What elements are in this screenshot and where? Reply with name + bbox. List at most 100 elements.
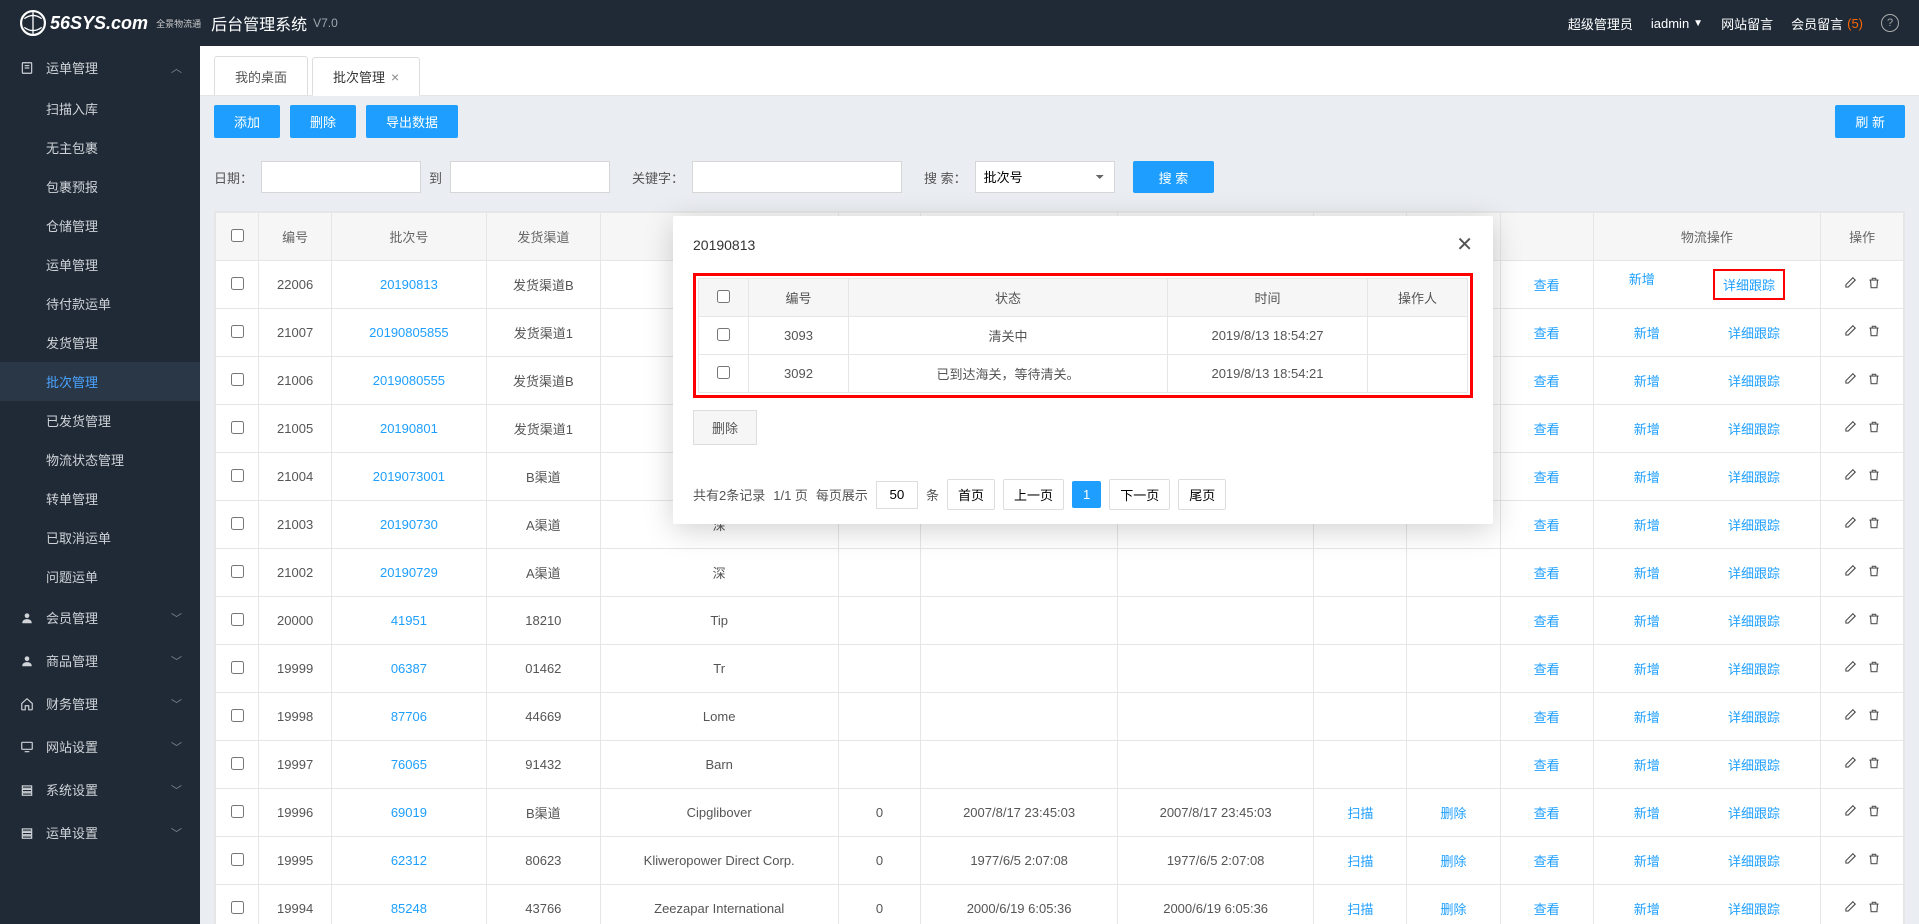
trash-icon[interactable] (1867, 852, 1881, 869)
detail-link[interactable]: 详细跟踪 (1728, 659, 1780, 678)
sidebar-item-logistics-status[interactable]: 物流状态管理 (0, 440, 200, 479)
sidebar-group-member[interactable]: 会员管理﹀ (0, 596, 200, 639)
sidebar-item-batch[interactable]: 批次管理 (0, 362, 200, 401)
view-link[interactable]: 查看 (1534, 806, 1560, 821)
detail-link[interactable]: 详细跟踪 (1723, 278, 1775, 293)
sidebar-item-problem[interactable]: 问题运单 (0, 557, 200, 596)
close-icon[interactable]: ✕ (1456, 232, 1473, 257)
detail-link[interactable]: 详细跟踪 (1728, 371, 1780, 390)
view-link[interactable]: 查看 (1534, 518, 1560, 533)
trash-icon[interactable] (1867, 660, 1881, 677)
row-checkbox[interactable] (231, 613, 244, 626)
edit-icon[interactable] (1843, 852, 1857, 869)
row-checkbox[interactable] (717, 328, 730, 341)
pg-first[interactable]: 首页 (947, 479, 995, 510)
batch-link[interactable]: 2019080555 (373, 373, 445, 388)
sidebar-group-system[interactable]: 系统设置﹀ (0, 768, 200, 811)
sidebar-item-storage[interactable]: 仓储管理 (0, 206, 200, 245)
row-checkbox[interactable] (231, 325, 244, 338)
header-user[interactable]: iadmin ▼ (1651, 16, 1703, 31)
sidebar-item-unpaid[interactable]: 待付款运单 (0, 284, 200, 323)
edit-icon[interactable] (1843, 324, 1857, 341)
trash-icon[interactable] (1867, 276, 1881, 293)
add-link[interactable]: 新增 (1634, 563, 1660, 582)
sidebar-item-scan[interactable]: 扫描入库 (0, 89, 200, 128)
row-checkbox[interactable] (231, 853, 244, 866)
view-link[interactable]: 查看 (1534, 902, 1560, 917)
row-checkbox[interactable] (231, 469, 244, 482)
edit-icon[interactable] (1843, 372, 1857, 389)
view-link[interactable]: 查看 (1534, 374, 1560, 389)
pg-prev[interactable]: 上一页 (1003, 479, 1064, 510)
sidebar-group-product[interactable]: 商品管理﹀ (0, 639, 200, 682)
row-checkbox[interactable] (231, 757, 244, 770)
scan-link[interactable]: 扫描 (1347, 854, 1373, 869)
view-link[interactable]: 查看 (1534, 854, 1560, 869)
edit-icon[interactable] (1843, 756, 1857, 773)
modal-delete-button[interactable]: 删除 (693, 410, 757, 445)
sidebar-group-waybill[interactable]: 运单管理 ︿ (0, 46, 200, 89)
add-link[interactable]: 新增 (1634, 755, 1660, 774)
sidebar-group-waybill-settings[interactable]: 运单设置﹀ (0, 811, 200, 854)
row-checkbox[interactable] (231, 517, 244, 530)
trash-icon[interactable] (1867, 900, 1881, 917)
view-link[interactable]: 查看 (1534, 662, 1560, 677)
row-checkbox[interactable] (231, 421, 244, 434)
pg-perpage-input[interactable] (876, 481, 918, 509)
edit-icon[interactable] (1843, 660, 1857, 677)
row-checkbox[interactable] (231, 901, 244, 914)
pg-current[interactable]: 1 (1072, 481, 1101, 508)
edit-icon[interactable] (1843, 900, 1857, 917)
pg-last[interactable]: 尾页 (1178, 479, 1226, 510)
batch-link[interactable]: 87706 (391, 709, 427, 724)
add-link[interactable]: 新增 (1634, 803, 1660, 822)
add-link[interactable]: 新增 (1634, 611, 1660, 630)
view-link[interactable]: 查看 (1534, 614, 1560, 629)
detail-link[interactable]: 详细跟踪 (1728, 467, 1780, 486)
row-checkbox[interactable] (231, 661, 244, 674)
delete-button[interactable]: 删除 (290, 105, 356, 138)
edit-icon[interactable] (1843, 708, 1857, 725)
add-button[interactable]: 添加 (214, 105, 280, 138)
batch-link[interactable]: 06387 (391, 661, 427, 676)
tab-batch[interactable]: 批次管理 × (312, 57, 420, 96)
row-delete-link[interactable]: 删除 (1441, 854, 1467, 869)
scan-link[interactable]: 扫描 (1347, 902, 1373, 917)
row-delete-link[interactable]: 删除 (1441, 902, 1467, 917)
batch-link[interactable]: 20190801 (380, 421, 438, 436)
search-type-select[interactable]: 批次号 (975, 161, 1115, 193)
batch-link[interactable]: 2019073001 (373, 469, 445, 484)
batch-link[interactable]: 20190729 (380, 565, 438, 580)
edit-icon[interactable] (1843, 276, 1857, 293)
trash-icon[interactable] (1867, 324, 1881, 341)
batch-link[interactable]: 85248 (391, 901, 427, 916)
add-link[interactable]: 新增 (1634, 515, 1660, 534)
view-link[interactable]: 查看 (1534, 326, 1560, 341)
modal-select-all[interactable] (717, 290, 730, 303)
row-checkbox[interactable] (717, 366, 730, 379)
batch-link[interactable]: 62312 (391, 853, 427, 868)
batch-link[interactable]: 76065 (391, 757, 427, 772)
detail-link[interactable]: 详细跟踪 (1728, 707, 1780, 726)
detail-link[interactable]: 详细跟踪 (1728, 611, 1780, 630)
sidebar-item-forecast[interactable]: 包裹预报 (0, 167, 200, 206)
batch-link[interactable]: 20190730 (380, 517, 438, 532)
edit-icon[interactable] (1843, 612, 1857, 629)
trash-icon[interactable] (1867, 516, 1881, 533)
detail-link[interactable]: 详细跟踪 (1728, 803, 1780, 822)
view-link[interactable]: 查看 (1534, 710, 1560, 725)
select-all-checkbox[interactable] (231, 229, 244, 242)
detail-link[interactable]: 详细跟踪 (1728, 419, 1780, 438)
view-link[interactable]: 查看 (1534, 758, 1560, 773)
batch-link[interactable]: 41951 (391, 613, 427, 628)
add-link[interactable]: 新增 (1634, 419, 1660, 438)
sidebar-item-waybill[interactable]: 运单管理 (0, 245, 200, 284)
row-checkbox[interactable] (231, 805, 244, 818)
sidebar-item-shipped[interactable]: 已发货管理 (0, 401, 200, 440)
view-link[interactable]: 查看 (1534, 278, 1560, 293)
sidebar-item-ship[interactable]: 发货管理 (0, 323, 200, 362)
sidebar-group-site[interactable]: 网站设置﹀ (0, 725, 200, 768)
add-link[interactable]: 新增 (1634, 323, 1660, 342)
batch-link[interactable]: 69019 (391, 805, 427, 820)
add-link[interactable]: 新增 (1634, 707, 1660, 726)
